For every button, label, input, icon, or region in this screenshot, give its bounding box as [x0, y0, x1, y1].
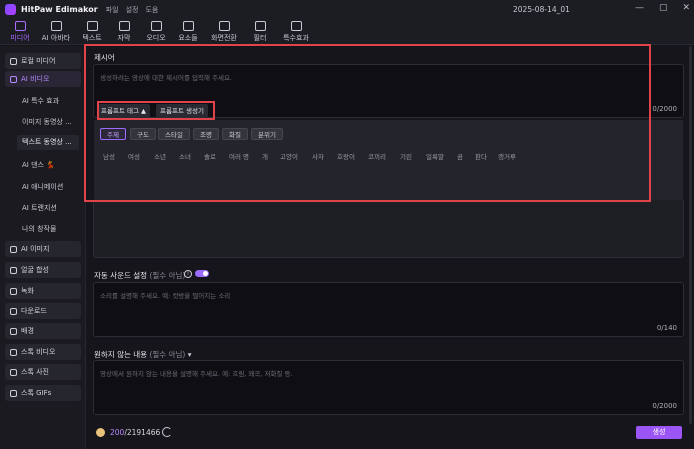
- sidebar-item-local-media[interactable]: 로컬 미디어: [5, 53, 81, 69]
- filter-icon: [254, 21, 266, 31]
- image-icon: [10, 245, 17, 253]
- sidebar: 로컬 미디어 AI 비디오 AI 특수 효과 이미지 동영상 ... 텍스트 동…: [0, 46, 86, 449]
- sidebar-sub-ai-animation[interactable]: AI 애니메이션: [22, 182, 63, 192]
- subtitle-icon: [118, 21, 130, 31]
- sound-placeholder: 소리를 설명해 주세요. 예: 컷방울 떨어지는 소리: [100, 292, 231, 300]
- tool-transition[interactable]: 화면전환: [204, 19, 244, 45]
- menu-bar: 파일 설정 도움: [106, 5, 159, 15]
- menu-file[interactable]: 파일: [106, 5, 119, 15]
- negative-placeholder: 영상에서 원하지 않는 내용을 설명해 주세요. 예: 흐림, 왜곡, 저화질 …: [100, 370, 293, 378]
- sidebar-sub-text-to-video[interactable]: 텍스트 동영상 ...: [17, 135, 79, 150]
- highlight-frame: [84, 44, 651, 202]
- elements-icon: [182, 21, 194, 31]
- sound-counter: 0/140: [656, 324, 677, 332]
- effects-icon: [290, 21, 302, 31]
- text-icon: [86, 21, 98, 31]
- folder-icon: [10, 57, 17, 65]
- stock-photo-icon: [10, 368, 17, 376]
- app-logo-icon: [5, 4, 16, 15]
- generate-button[interactable]: 생성: [636, 426, 682, 439]
- tool-subtitle[interactable]: 자막: [108, 19, 140, 45]
- menu-settings[interactable]: 설정: [126, 5, 139, 15]
- background-icon: [10, 327, 17, 335]
- tool-audio[interactable]: 오디오: [140, 19, 172, 45]
- tool-text[interactable]: 텍스트: [76, 19, 108, 45]
- main-toolbar: 미디어 AI 아바타 텍스트 자막 오디오 요소들 화면전환 필터 특수효과: [0, 19, 694, 45]
- face-icon: [10, 266, 17, 274]
- sidebar-item-stock-photo[interactable]: 스톡 사진: [5, 364, 81, 380]
- sidebar-item-stock-video[interactable]: 스톡 비디오: [5, 344, 81, 360]
- sidebar-item-record[interactable]: 녹화: [5, 283, 81, 299]
- sidebar-sub-ai-effects[interactable]: AI 특수 효과: [22, 96, 59, 106]
- negative-label: 원하지 않는 내용 (필수 아님) ▾: [94, 350, 192, 359]
- tool-ai-avatar[interactable]: AI 아바타: [36, 19, 76, 45]
- sidebar-item-ai-video[interactable]: AI 비디오: [5, 71, 81, 87]
- credits-display: 200/2191466: [110, 428, 161, 437]
- record-icon: [10, 287, 17, 295]
- minimize-icon[interactable]: —: [635, 3, 644, 13]
- gif-icon: [10, 389, 17, 397]
- tool-elements[interactable]: 요소들: [172, 19, 204, 45]
- highlight-frame-buttons: [97, 101, 215, 120]
- window-controls: — ▢ ✕: [635, 3, 690, 13]
- ai-video-icon: [10, 75, 17, 83]
- stock-video-icon: [10, 348, 17, 356]
- sidebar-sub-my-creations[interactable]: 나의 창작물: [22, 224, 56, 234]
- sidebar-sub-ai-dance[interactable]: AI 댄스 💃: [22, 160, 55, 170]
- sidebar-item-stock-gifs[interactable]: 스톡 GIFs: [5, 385, 81, 401]
- coin-icon: [96, 428, 105, 437]
- title-bar: HitPaw Edimakor 파일 설정 도움 2025-08-14_01 —…: [0, 0, 694, 19]
- sidebar-sub-image-to-video[interactable]: 이미지 동영상 ...: [22, 117, 72, 127]
- tool-effects[interactable]: 특수효과: [276, 19, 316, 45]
- sound-input[interactable]: 소리를 설명해 주세요. 예: 컷방울 떨어지는 소리 0/140: [93, 282, 684, 337]
- sidebar-item-face-swap[interactable]: 얼굴 합성: [5, 262, 81, 278]
- close-icon[interactable]: ✕: [682, 3, 690, 13]
- menu-help[interactable]: 도움: [145, 5, 158, 15]
- scrollbar[interactable]: [689, 46, 692, 424]
- maximize-icon[interactable]: ▢: [659, 3, 668, 13]
- app-name: HitPaw Edimakor: [21, 5, 98, 14]
- info-icon[interactable]: i: [184, 270, 192, 278]
- project-name: 2025-08-14_01: [513, 5, 570, 14]
- negative-counter: 0/2000: [652, 402, 677, 410]
- download-icon: [10, 307, 17, 315]
- sidebar-sub-ai-transition[interactable]: AI 트랜지션: [22, 203, 57, 213]
- sidebar-item-background[interactable]: 배경: [5, 323, 81, 339]
- tool-filter[interactable]: 필터: [244, 19, 276, 45]
- prompt-area-extension: [93, 200, 684, 258]
- sidebar-item-ai-image[interactable]: AI 이미지: [5, 241, 81, 257]
- sidebar-item-download[interactable]: 다운로드: [5, 303, 81, 319]
- tool-media[interactable]: 미디어: [4, 19, 36, 45]
- avatar-icon: [50, 21, 62, 31]
- sound-toggle[interactable]: [195, 270, 209, 277]
- refresh-icon[interactable]: [162, 427, 172, 437]
- audio-icon: [150, 21, 162, 31]
- prompt-counter: 0/2000: [652, 105, 677, 113]
- negative-input[interactable]: 영상에서 원하지 않는 내용을 설명해 주세요. 예: 흐림, 왜곡, 저화질 …: [93, 360, 684, 415]
- sound-label: 자동 사운드 설정 (필수 아님): [94, 271, 186, 280]
- transition-icon: [218, 21, 230, 31]
- media-icon: [14, 21, 26, 31]
- footer-bar: 200/2191466 생성: [94, 426, 684, 440]
